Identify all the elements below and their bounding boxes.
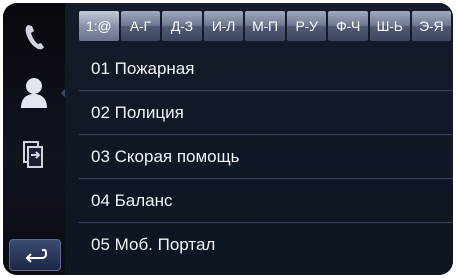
back-arrow-icon bbox=[25, 249, 48, 263]
contact-row[interactable]: 03 Скорая помощь bbox=[79, 135, 453, 179]
tab-i-l[interactable]: И-Л bbox=[203, 11, 244, 41]
tab-sh-soft[interactable]: Ш-Ь bbox=[369, 11, 410, 41]
tab-r-u[interactable]: Р-У bbox=[286, 11, 327, 41]
tab-e-ya[interactable]: Э-Я bbox=[411, 11, 452, 41]
tab-digits[interactable]: 1:@ bbox=[79, 11, 119, 41]
contacts-button[interactable] bbox=[7, 65, 69, 121]
phone-button[interactable] bbox=[7, 11, 61, 63]
head-unit-screen: 1:@ А-Г Д-З И-Л М-П Р-У Ф-Ч Ш-Ь Э-Я 01 П… bbox=[3, 3, 453, 275]
contact-row[interactable]: 01 Пожарная bbox=[79, 47, 453, 91]
tab-m-p[interactable]: М-П bbox=[245, 11, 285, 41]
transfer-icon bbox=[23, 141, 43, 168]
contact-row[interactable]: 05 Моб. Портал bbox=[79, 223, 453, 267]
contact-row[interactable]: 02 Полиция bbox=[79, 91, 453, 135]
left-sidebar bbox=[3, 3, 69, 275]
contacts-icon bbox=[21, 78, 47, 108]
phone-icon bbox=[25, 25, 44, 50]
tab-a-g[interactable]: А-Г bbox=[120, 11, 161, 41]
transfer-button[interactable] bbox=[7, 128, 61, 180]
alphabet-tabs: 1:@ А-Г Д-З И-Л М-П Р-У Ф-Ч Ш-Ь Э-Я bbox=[79, 11, 452, 41]
contact-list: 01 Пожарная 02 Полиция 03 Скорая помощь … bbox=[79, 47, 453, 267]
contact-row[interactable]: 04 Баланс bbox=[79, 179, 453, 223]
back-button[interactable] bbox=[9, 239, 61, 271]
phonebook-panel: 1:@ А-Г Д-З И-Л М-П Р-У Ф-Ч Ш-Ь Э-Я 01 П… bbox=[65, 3, 453, 275]
tab-f-ch[interactable]: Ф-Ч bbox=[328, 11, 368, 41]
tab-d-z[interactable]: Д-З bbox=[162, 11, 202, 41]
